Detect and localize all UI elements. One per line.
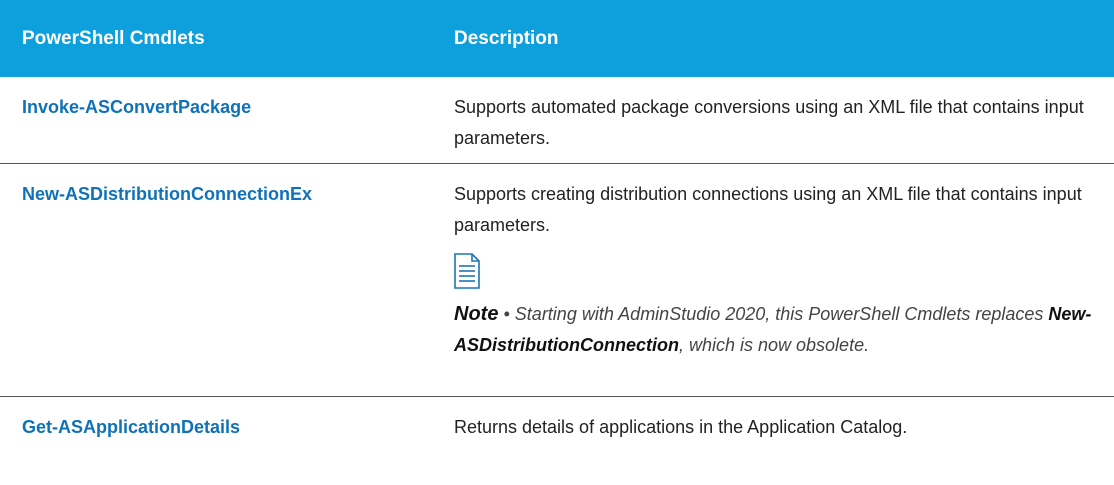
description-text: Supports creating distribution connectio… [454,184,1082,235]
cmdlet-cell: New-ASDistributionConnectionEx [0,164,454,396]
cmdlet-cell: Invoke-ASConvertPackage [0,77,454,163]
description-text: Returns details of applications in the A… [454,417,908,437]
note-text-end: , which is now obsolete. [678,335,870,355]
description-cell: Supports automated package conversions u… [454,77,1114,163]
cmdlet-link-new-asdistributionconnectionex[interactable]: New-ASDistributionConnectionEx [22,184,312,204]
note-document-icon [454,253,480,289]
header-label-cmdlets: PowerShell Cmdlets [22,27,205,49]
description-cell: Returns details of applications in the A… [454,397,1114,485]
note-text: Starting with AdminStudio 2020, this Pow… [514,304,1044,324]
description-text: Supports automated package conversions u… [454,97,1084,148]
table-row: Invoke-ASConvertPackage Supports automat… [0,77,1114,164]
header-cell-cmdlets: PowerShell Cmdlets [0,28,454,50]
note-block: Note • Starting with AdminStudio 2020, t… [454,299,1094,361]
note-bullet: • [503,304,510,324]
note-label: Note [454,303,499,325]
description-cell: Supports creating distribution connectio… [454,164,1114,396]
cmdlet-cell: Get-ASApplicationDetails [0,397,454,485]
header-cell-description: Description [454,28,1114,50]
cmdlet-link-get-asapplicationdetails[interactable]: Get-ASApplicationDetails [22,417,240,437]
cmdlets-table: PowerShell Cmdlets Description Invoke-AS… [0,0,1114,485]
table-header: PowerShell Cmdlets Description [0,0,1114,77]
table-row: Get-ASApplicationDetails Returns details… [0,397,1114,485]
cmdlet-link-invoke-asconvertpackage[interactable]: Invoke-ASConvertPackage [22,97,251,117]
table-row: New-ASDistributionConnectionEx Supports … [0,164,1114,397]
header-label-description: Description [454,27,559,49]
